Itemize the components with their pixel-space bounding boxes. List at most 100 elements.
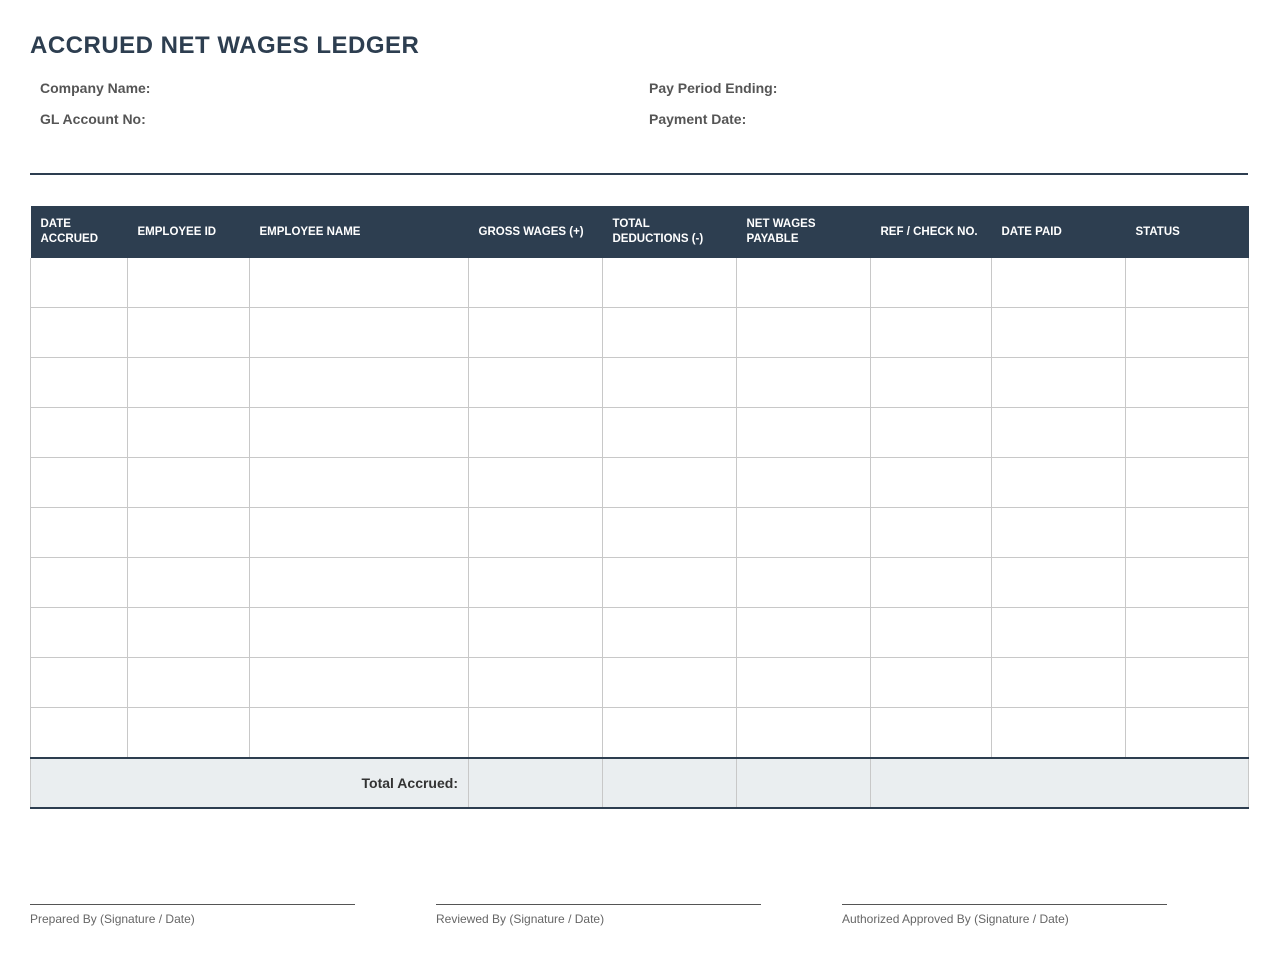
cell-date-paid[interactable] (991, 707, 1126, 759)
cell-date-accrued[interactable] (30, 557, 128, 608)
cell-date-paid[interactable] (991, 307, 1126, 358)
cell-employee-id[interactable] (127, 307, 250, 358)
cell-status[interactable] (1125, 407, 1249, 458)
cell-status[interactable] (1125, 457, 1249, 508)
cell-employee-id[interactable] (127, 557, 250, 608)
cell-status[interactable] (1125, 307, 1249, 358)
cell-gross-wages[interactable] (468, 457, 603, 508)
cell-date-accrued[interactable] (30, 607, 128, 658)
cell-status[interactable] (1125, 557, 1249, 608)
cell-net-wages-payable[interactable] (736, 607, 871, 658)
cell-total-deductions[interactable] (602, 657, 737, 708)
signature-line[interactable] (30, 904, 355, 905)
cell-employee-id[interactable] (127, 457, 250, 508)
cell-total-deductions[interactable] (602, 407, 737, 458)
cell-gross-wages[interactable] (468, 657, 603, 708)
cell-employee-id[interactable] (127, 707, 250, 759)
cell-gross-wages[interactable] (468, 507, 603, 558)
cell-date-paid[interactable] (991, 457, 1126, 508)
cell-employee-name[interactable] (249, 407, 469, 458)
cell-employee-id[interactable] (127, 407, 250, 458)
cell-status[interactable] (1125, 258, 1249, 308)
cell-date-accrued[interactable] (30, 258, 128, 308)
cell-ref-check-no[interactable] (870, 507, 992, 558)
cell-employee-id[interactable] (127, 357, 250, 408)
cell-date-accrued[interactable] (30, 357, 128, 408)
cell-total-deductions[interactable] (602, 607, 737, 658)
cell-ref-check-no[interactable] (870, 657, 992, 708)
column-header-date-accrued: DATE ACCRUED (30, 206, 128, 258)
cell-date-accrued[interactable] (30, 707, 128, 759)
total-net-wages-cell[interactable] (736, 757, 871, 809)
cell-date-paid[interactable] (991, 607, 1126, 658)
signature-line[interactable] (842, 904, 1167, 905)
cell-ref-check-no[interactable] (870, 707, 992, 759)
cell-ref-check-no[interactable] (870, 407, 992, 458)
cell-date-paid[interactable] (991, 258, 1126, 308)
approved-by-signature: Authorized Approved By (Signature / Date… (842, 904, 1167, 926)
cell-gross-wages[interactable] (468, 258, 603, 308)
cell-net-wages-payable[interactable] (736, 707, 871, 759)
cell-gross-wages[interactable] (468, 607, 603, 658)
cell-total-deductions[interactable] (602, 307, 737, 358)
cell-ref-check-no[interactable] (870, 457, 992, 508)
cell-date-paid[interactable] (991, 407, 1126, 458)
cell-employee-name[interactable] (249, 557, 469, 608)
cell-date-accrued[interactable] (30, 507, 128, 558)
cell-date-accrued[interactable] (30, 307, 128, 358)
cell-date-paid[interactable] (991, 507, 1126, 558)
cell-employee-name[interactable] (249, 258, 469, 308)
ledger-table: DATE ACCRUED EMPLOYEE ID EMPLOYEE NAME G… (30, 206, 1249, 809)
cell-total-deductions[interactable] (602, 258, 737, 308)
cell-status[interactable] (1125, 357, 1249, 408)
cell-net-wages-payable[interactable] (736, 557, 871, 608)
cell-date-accrued[interactable] (30, 657, 128, 708)
cell-gross-wages[interactable] (468, 557, 603, 608)
cell-net-wages-payable[interactable] (736, 657, 871, 708)
cell-net-wages-payable[interactable] (736, 357, 871, 408)
cell-status[interactable] (1125, 657, 1249, 708)
cell-total-deductions[interactable] (602, 507, 737, 558)
table-row (30, 507, 1249, 558)
cell-date-paid[interactable] (991, 657, 1126, 708)
cell-total-deductions[interactable] (602, 457, 737, 508)
cell-ref-check-no[interactable] (870, 307, 992, 358)
cell-gross-wages[interactable] (468, 357, 603, 408)
cell-total-deductions[interactable] (602, 557, 737, 608)
cell-date-accrued[interactable] (30, 407, 128, 458)
cell-date-paid[interactable] (991, 557, 1126, 608)
cell-date-accrued[interactable] (30, 457, 128, 508)
cell-gross-wages[interactable] (468, 407, 603, 458)
signature-line[interactable] (436, 904, 761, 905)
cell-employee-name[interactable] (249, 607, 469, 658)
cell-employee-name[interactable] (249, 707, 469, 759)
cell-employee-name[interactable] (249, 457, 469, 508)
cell-employee-name[interactable] (249, 657, 469, 708)
cell-employee-id[interactable] (127, 507, 250, 558)
cell-date-paid[interactable] (991, 357, 1126, 408)
cell-employee-id[interactable] (127, 657, 250, 708)
total-gross-wages-cell[interactable] (468, 757, 603, 809)
cell-employee-name[interactable] (249, 507, 469, 558)
cell-status[interactable] (1125, 607, 1249, 658)
cell-gross-wages[interactable] (468, 307, 603, 358)
cell-net-wages-payable[interactable] (736, 457, 871, 508)
cell-total-deductions[interactable] (602, 357, 737, 408)
total-deductions-cell[interactable] (602, 757, 737, 809)
cell-status[interactable] (1125, 507, 1249, 558)
cell-status[interactable] (1125, 707, 1249, 759)
cell-gross-wages[interactable] (468, 707, 603, 759)
cell-net-wages-payable[interactable] (736, 507, 871, 558)
cell-employee-id[interactable] (127, 258, 250, 308)
cell-employee-name[interactable] (249, 357, 469, 408)
cell-ref-check-no[interactable] (870, 607, 992, 658)
cell-ref-check-no[interactable] (870, 557, 992, 608)
cell-total-deductions[interactable] (602, 707, 737, 759)
cell-net-wages-payable[interactable] (736, 258, 871, 308)
cell-ref-check-no[interactable] (870, 258, 992, 308)
cell-net-wages-payable[interactable] (736, 407, 871, 458)
cell-employee-name[interactable] (249, 307, 469, 358)
cell-employee-id[interactable] (127, 607, 250, 658)
cell-ref-check-no[interactable] (870, 357, 992, 408)
cell-net-wages-payable[interactable] (736, 307, 871, 358)
